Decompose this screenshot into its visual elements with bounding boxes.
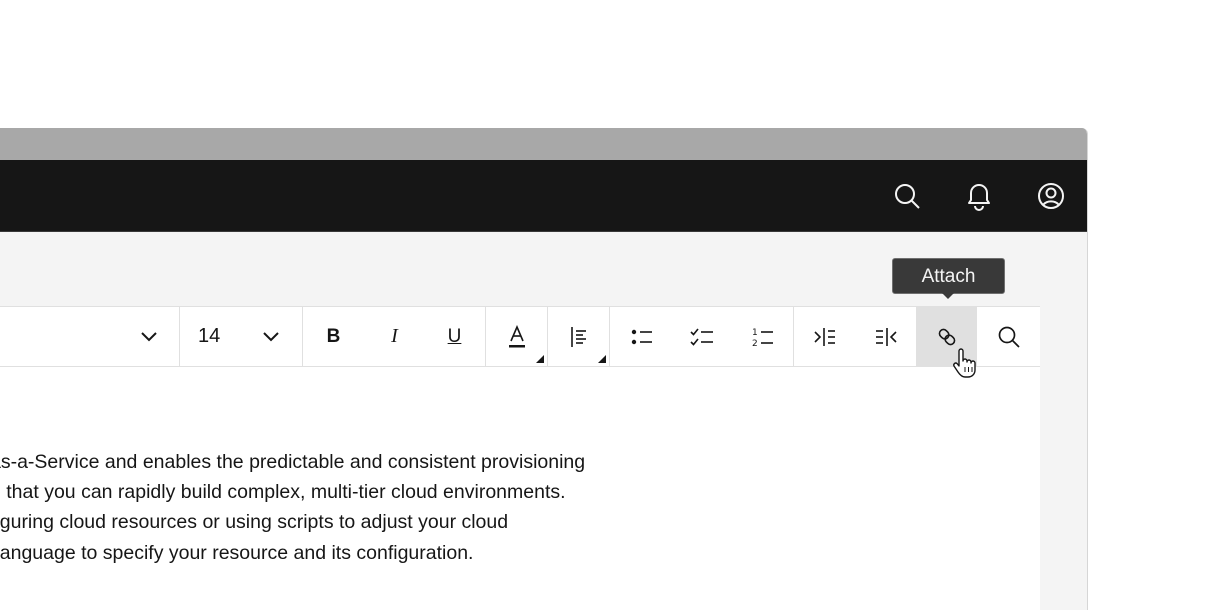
outdent-icon[interactable]	[855, 307, 916, 366]
window-titlebar	[0, 128, 1087, 160]
editor-content-area[interactable]: as-a-Service and enables the predictable…	[0, 367, 1040, 610]
top-header	[0, 160, 1087, 232]
tooltip-caret	[942, 293, 954, 299]
app-window: 14 B I U 1 2 as-a-Service and enables th…	[0, 128, 1088, 610]
svg-text:2: 2	[752, 339, 758, 348]
editor-line: figuring cloud resources or using script…	[0, 511, 509, 534]
editor-line: language to specify your resource and it…	[0, 541, 474, 564]
font-size-chevron-down-icon[interactable]	[240, 307, 301, 366]
editor-line: o that you can rapidly build complex, mu…	[0, 481, 566, 504]
italic-icon[interactable]: I	[364, 307, 425, 366]
svg-text:1: 1	[752, 328, 758, 338]
editor-toolbar: 14 B I U 1 2	[0, 306, 1040, 367]
notification-bell-icon[interactable]	[961, 178, 997, 214]
editor-line: as-a-Service and enables the predictable…	[0, 451, 586, 473]
search-icon[interactable]	[889, 178, 925, 214]
dropdown-corner-indicator	[598, 355, 606, 363]
bold-icon[interactable]: B	[303, 307, 364, 366]
attach-tooltip: Attach	[892, 258, 1005, 294]
text-color-icon[interactable]	[486, 307, 547, 366]
font-size-value[interactable]: 14	[198, 325, 220, 348]
text-align-icon[interactable]	[548, 307, 609, 366]
find-search-icon[interactable]	[978, 307, 1039, 366]
user-avatar-icon[interactable]	[1033, 178, 1069, 214]
underline-icon[interactable]: U	[424, 307, 485, 366]
checklist-icon[interactable]	[671, 307, 732, 366]
dropdown-corner-indicator	[536, 355, 544, 363]
bullet-list-icon[interactable]	[611, 307, 672, 366]
editor-text-block[interactable]: as-a-Service and enables the predictable…	[0, 447, 585, 568]
toolbar-divider	[179, 307, 180, 366]
indent-icon[interactable]	[794, 307, 855, 366]
toolbar-divider	[609, 307, 610, 366]
font-family-chevron-down-icon[interactable]	[118, 307, 179, 366]
numbered-list-icon[interactable]: 12	[732, 307, 793, 366]
hand-pointer-cursor-icon	[953, 348, 976, 378]
